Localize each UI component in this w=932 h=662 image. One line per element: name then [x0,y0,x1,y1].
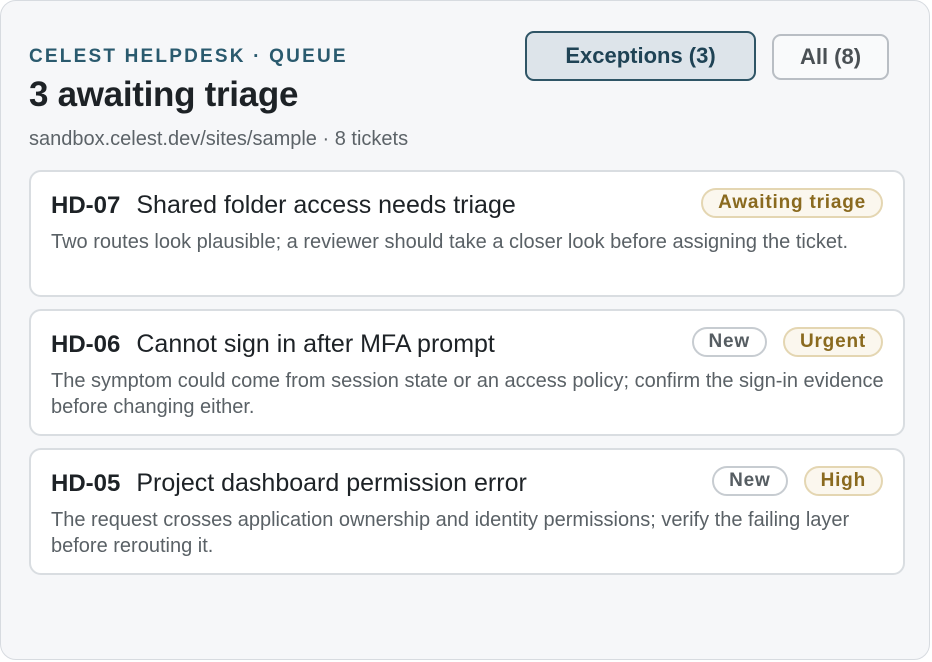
ticket-title: Shared folder access needs triage [136,191,516,219]
ticket-card-hd-05[interactable]: HD-05 Project dashboard permission error… [29,448,905,575]
ticket-card-head: HD-06 Cannot sign in after MFA prompt [51,330,495,359]
ticket-card-hd-06[interactable]: HD-06 Cannot sign in after MFA prompt Ne… [29,309,905,436]
ticket-card-head: HD-07 Shared folder access needs triage [51,191,516,220]
ticket-id: HD-07 [51,192,121,219]
ticket-id: HD-05 [51,470,121,497]
ticket-badges: Awaiting triage [701,188,883,218]
queue-header: CELEST HELPDESK · QUEUE 3 awaiting triag… [29,45,408,151]
status-badge-awaiting-triage: Awaiting triage [701,188,883,218]
status-badge-new: New [691,327,767,357]
ticket-badges: New High [712,466,883,496]
ticket-description: Two routes look plausible; a reviewer sh… [51,231,849,253]
filter-exceptions-button[interactable]: Exceptions (3) [525,31,756,81]
page-title: 3 awaiting triage [29,75,299,114]
ticket-title: Project dashboard permission error [136,469,527,497]
ticket-card-hd-07[interactable]: HD-07 Shared folder access needs triage … [29,170,905,297]
priority-badge-urgent: Urgent [782,327,883,357]
ticket-id: HD-06 [51,331,121,358]
ticket-description: The request crosses application ownershi… [51,509,850,557]
filter-all-button[interactable]: All (8) [772,34,889,80]
priority-badge-high: High [803,466,883,496]
ticket-card-head: HD-05 Project dashboard permission error [51,469,527,498]
status-badge-new: New [712,466,788,496]
queue-panel: CELEST HELPDESK · QUEUE 3 awaiting triag… [0,0,930,660]
ticket-title: Cannot sign in after MFA prompt [136,330,495,358]
app-eyebrow: CELEST HELPDESK · QUEUE [29,46,348,67]
ticket-description: The symptom could come from session stat… [51,370,884,418]
ticket-badges: New Urgent [691,327,883,357]
site-subline: sandbox.celest.dev/sites/sample · 8 tick… [29,128,409,150]
